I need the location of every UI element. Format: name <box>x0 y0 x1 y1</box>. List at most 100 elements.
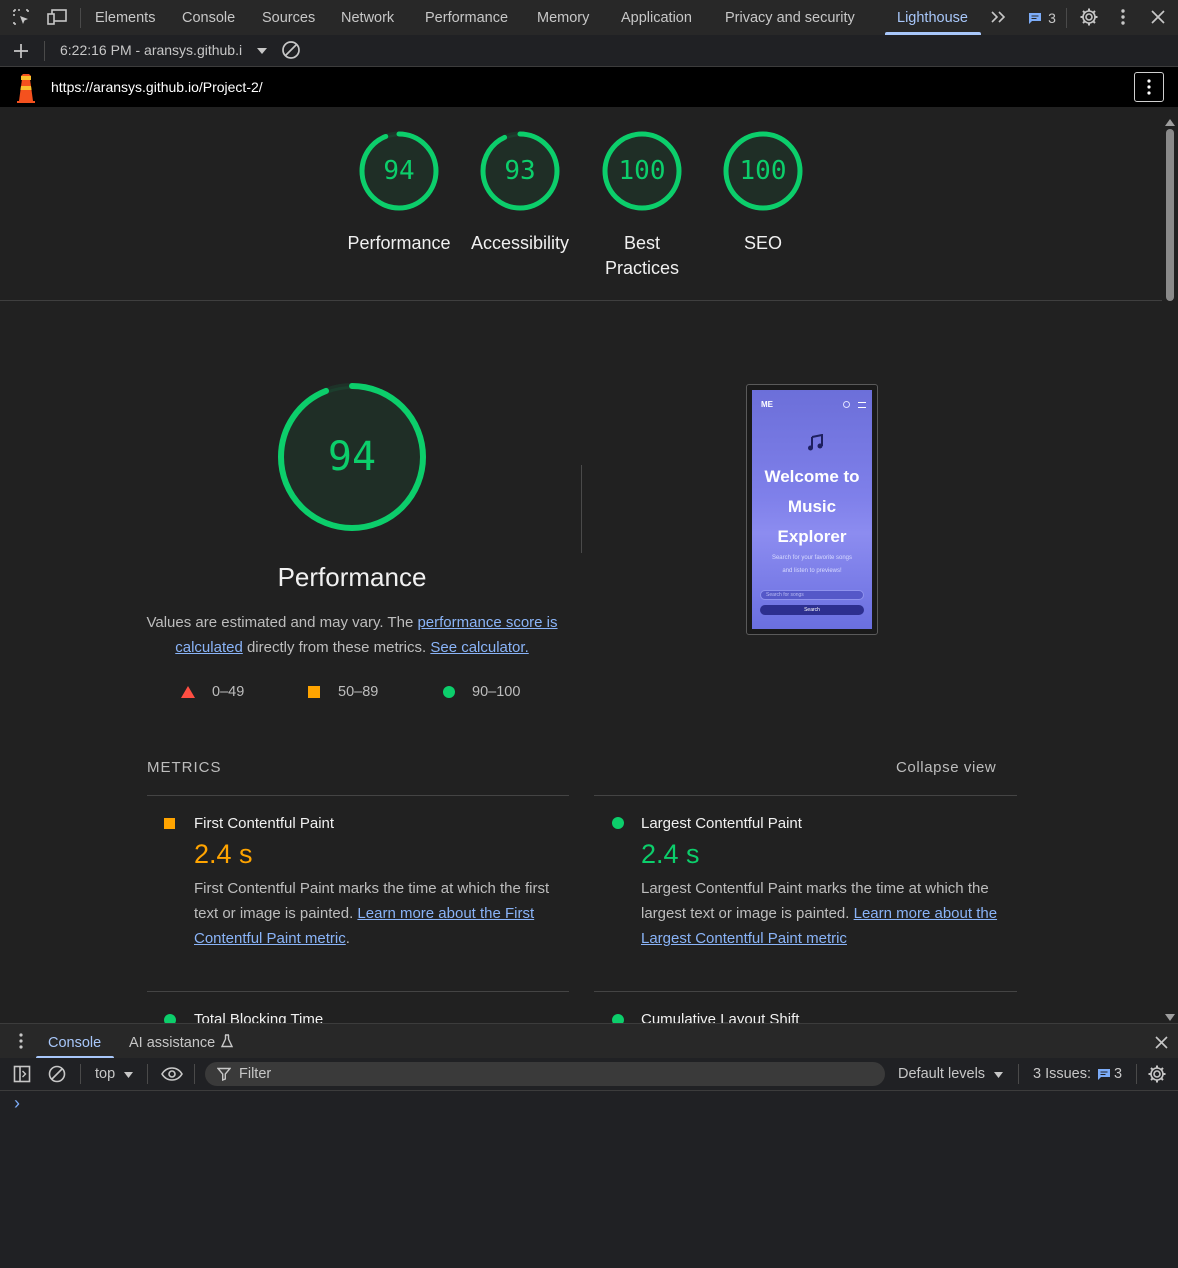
toolbar-divider <box>44 41 45 61</box>
issues-count[interactable]: 3 <box>1114 1066 1122 1082</box>
see-calculator-link[interactable]: See calculator. <box>430 639 528 656</box>
lighthouse-report: 94 Performance 93 Accessibility 100 Best… <box>0 107 1162 1023</box>
metric-card-cls: Cumulative Layout Shift <box>594 992 1017 1023</box>
clear-console-icon[interactable] <box>46 1064 68 1084</box>
devtools-tab-bar: Elements Console Sources Network Perform… <box>0 0 1178 36</box>
score-gauge-accessibility[interactable]: 93 Accessibility <box>460 128 580 278</box>
tab-sources[interactable]: Sources <box>262 0 315 35</box>
issues-counter[interactable]: 3 <box>1022 7 1062 29</box>
metric-card-fcp: First Contentful Paint 2.4 s First Conte… <box>147 796 569 991</box>
screenshot-heading: Welcome to Music Explorer <box>752 462 872 552</box>
console-filter-input[interactable]: Filter <box>205 1062 885 1086</box>
tab-memory[interactable]: Memory <box>537 0 589 35</box>
metric-description: First Contentful Paint marks the time at… <box>194 876 559 951</box>
lab-flask-icon <box>220 1034 234 1048</box>
legend-pass-range: 90–100 <box>472 684 521 700</box>
console-output[interactable]: › <box>0 1091 1178 1268</box>
gauge-score: 100 <box>739 156 787 186</box>
lighthouse-logo-icon <box>14 73 38 103</box>
final-screenshot-thumbnail[interactable]: ME Welcome to Music Explorer Search for … <box>746 384 878 635</box>
score-gauge-best-practices[interactable]: 100 Best Practices <box>582 128 702 278</box>
gauge-score: 93 <box>504 156 536 186</box>
score-gauge-seo[interactable]: 100 SEO <box>703 128 823 278</box>
desc-text: directly from these metrics. <box>242 639 431 656</box>
metric-card-tbt: Total Blocking Time <box>147 992 569 1023</box>
score-gauge-performance[interactable]: 94 Performance <box>339 128 459 278</box>
drawer-menu-icon[interactable] <box>12 1031 30 1051</box>
toolbar-divider <box>1018 1064 1019 1084</box>
gauge-label: Performance <box>347 233 451 253</box>
music-note-icon <box>806 433 824 457</box>
theme-toggle-icon <box>843 401 850 408</box>
metric-name: Cumulative Layout Shift <box>641 1011 800 1023</box>
drawer-tab-console[interactable]: Console <box>35 1024 115 1059</box>
report-select[interactable]: 6:22:16 PM - aransys.github.i <box>60 42 242 58</box>
toolbar-divider <box>1066 8 1067 28</box>
screenshot-page: ME Welcome to Music Explorer Search for … <box>752 390 872 629</box>
issues-count: 3 <box>1048 10 1056 26</box>
metric-value: 2.4 s <box>641 839 700 869</box>
context-dropdown-arrow-icon[interactable] <box>123 1070 133 1080</box>
report-url[interactable]: https://aransys.github.io/Project-2/ <box>51 79 263 95</box>
vertical-dots-icon <box>1147 79 1151 95</box>
heading-line: Music <box>787 497 837 516</box>
more-tabs-icon[interactable] <box>987 5 1009 29</box>
toolbar-divider <box>147 1064 148 1084</box>
live-expression-eye-icon[interactable] <box>159 1063 185 1085</box>
gauge-score: 94 <box>383 156 415 186</box>
sidebar-toggle-icon[interactable] <box>11 1064 33 1084</box>
screenshot-search-button: Search <box>760 605 864 615</box>
console-settings-gear-icon[interactable] <box>1146 1063 1168 1085</box>
new-report-plus-icon[interactable] <box>10 40 32 62</box>
collapse-view-toggle[interactable]: Collapse view <box>896 759 996 776</box>
metric-name: First Contentful Paint <box>194 815 335 832</box>
filter-funnel-icon <box>216 1067 232 1086</box>
tab-performance[interactable]: Performance <box>425 0 508 35</box>
levels-dropdown-arrow-icon[interactable] <box>993 1070 1003 1080</box>
issues-label[interactable]: 3 Issues: <box>1033 1066 1091 1082</box>
drawer-tab-ai-assistance[interactable]: AI assistance <box>129 1024 215 1059</box>
dropdown-arrow-icon[interactable] <box>256 45 268 57</box>
inspect-element-icon[interactable] <box>10 6 32 28</box>
settings-gear-icon[interactable] <box>1077 5 1101 29</box>
performance-title: Performance <box>277 562 427 592</box>
issues-message-icon[interactable] <box>1097 1067 1111 1081</box>
fail-triangle-icon <box>181 686 195 702</box>
metric-name: Total Blocking Time <box>194 1011 324 1023</box>
tab-lighthouse[interactable]: Lighthouse <box>885 0 981 35</box>
kebab-menu-icon[interactable] <box>1113 5 1133 29</box>
performance-description: Values are estimated and may vary. The p… <box>146 610 558 660</box>
scroll-thumb[interactable] <box>1166 129 1174 301</box>
toolbar-divider <box>80 1064 81 1084</box>
device-toolbar-icon[interactable] <box>45 6 69 28</box>
close-drawer-icon[interactable] <box>1150 1031 1172 1053</box>
issues-message-icon <box>1029 13 1042 24</box>
context-selector[interactable]: top <box>95 1066 115 1082</box>
close-devtools-icon[interactable] <box>1147 6 1169 28</box>
clear-reports-icon[interactable] <box>280 39 302 61</box>
tab-console[interactable]: Console <box>182 0 235 35</box>
tab-privacy-security[interactable]: Privacy and security <box>725 0 855 35</box>
toolbar-divider <box>1136 1064 1137 1084</box>
console-toolbar: top Filter Default levels 3 Issues: 3 <box>0 1058 1178 1091</box>
log-levels-select[interactable]: Default levels <box>898 1066 985 1082</box>
tab-application[interactable]: Application <box>621 0 692 35</box>
console-prompt-caret[interactable]: › <box>14 1093 20 1114</box>
screenshot-logo: ME <box>761 400 773 409</box>
report-tools-menu-button[interactable] <box>1134 72 1164 102</box>
pass-circle-icon <box>443 686 455 698</box>
screenshot-search-input: Search for songs <box>760 590 864 600</box>
toolbar-divider <box>194 1064 195 1084</box>
report-scrollbar[interactable] <box>1162 107 1178 1023</box>
pass-circle-icon <box>612 1014 624 1023</box>
big-gauge-score: 94 <box>327 434 377 480</box>
gauge-label: SEO <box>743 233 782 253</box>
pass-circle-icon <box>164 1014 176 1023</box>
average-square-icon <box>308 686 320 698</box>
screenshot-subtitle: Search for your favorite songs and liste… <box>752 552 872 578</box>
metric-name: Largest Contentful Paint <box>641 815 802 832</box>
metrics-header: METRICS <box>147 759 222 776</box>
tab-elements[interactable]: Elements <box>95 0 155 35</box>
tab-network[interactable]: Network <box>341 0 394 35</box>
legend-fail-range: 0–49 <box>212 684 245 700</box>
